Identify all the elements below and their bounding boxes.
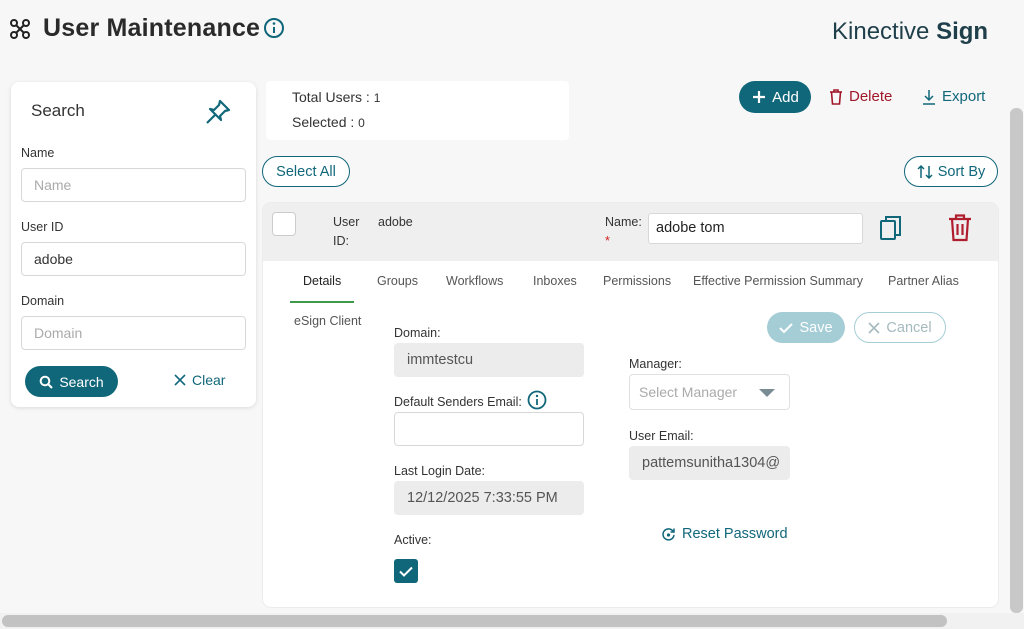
cancel-button[interactable]: Cancel <box>854 312 946 343</box>
userid-label-line1: User <box>333 215 360 229</box>
tab-inboxes[interactable]: Inboxes <box>533 274 577 288</box>
add-button[interactable]: Add <box>739 81 811 113</box>
export-button[interactable]: Export <box>922 88 985 105</box>
user-card-header: User ID: adobe Name: * adobe tom <box>263 203 998 261</box>
domain-field: immtestcu <box>394 343 584 377</box>
user-email-field: pattemsunitha1304@ <box>629 446 790 480</box>
pin-icon[interactable] <box>204 98 232 126</box>
trash-icon <box>830 88 842 105</box>
save-button[interactable]: Save <box>767 312 845 343</box>
userid-search-input[interactable] <box>21 242 246 276</box>
default-senders-email-input[interactable] <box>394 412 584 446</box>
check-icon <box>399 566 413 577</box>
add-button-label: Add <box>772 88 799 106</box>
app-menu-icon[interactable] <box>9 18 31 40</box>
manager-label: Manager: <box>629 357 682 371</box>
info-icon[interactable] <box>263 17 285 39</box>
active-label: Active: <box>394 533 432 547</box>
plus-icon <box>753 91 766 103</box>
name-search-input[interactable] <box>21 168 246 202</box>
userid-label-line2: ID: <box>333 234 349 248</box>
active-tab-indicator <box>290 301 354 303</box>
horizontal-scrollbar[interactable] <box>2 615 947 627</box>
info-icon[interactable] <box>527 390 547 410</box>
reset-password-label: Reset Password <box>682 526 788 542</box>
search-panel-title: Search <box>31 101 85 120</box>
brand-logo: Kinective Sign <box>832 18 988 46</box>
user-summary: Total Users : 1 Selected : 0 <box>266 81 569 140</box>
reset-icon <box>662 527 675 541</box>
tab-details[interactable]: Details <box>303 274 341 288</box>
total-users-label: Total Users : <box>292 89 370 105</box>
userid-field-label: User ID: <box>333 213 359 251</box>
brand-name: Kinective <box>832 18 930 45</box>
sort-by-button[interactable]: Sort By <box>904 156 998 187</box>
close-icon <box>174 374 186 386</box>
tab-groups[interactable]: Groups <box>377 274 418 288</box>
sort-icon <box>917 164 933 179</box>
save-button-label: Save <box>799 319 833 336</box>
name-field-label: Name: * <box>605 213 642 251</box>
domain-label: Domain <box>21 294 65 308</box>
user-name-input[interactable]: adobe tom <box>648 213 863 244</box>
vertical-scrollbar[interactable] <box>1010 108 1023 613</box>
user-email-label: User Email: <box>629 429 694 443</box>
manager-select[interactable]: Select Manager <box>629 374 790 410</box>
tab-effective-permission-summary[interactable]: Effective Permission Summary <box>693 274 863 288</box>
search-icon <box>40 375 54 389</box>
delete-button-label: Delete <box>849 88 893 105</box>
export-button-label: Export <box>942 88 986 105</box>
domain-field-label: Domain: <box>394 326 441 340</box>
user-detail-tabs: Details Groups Workflows Inboxes Permiss… <box>263 261 998 305</box>
required-marker: * <box>605 234 610 248</box>
user-card: User ID: adobe Name: * adobe tom Details G… <box>263 203 998 607</box>
name-label: Name <box>21 146 55 160</box>
search-panel: Search Name User ID Domain Search Clear <box>11 82 256 407</box>
brand-name-bold: Sign <box>936 18 989 45</box>
check-icon <box>779 322 794 333</box>
userid-label: User ID <box>21 220 64 234</box>
domain-search-input[interactable] <box>21 316 246 350</box>
last-login-date-field: 12/12/2025 7:33:55 PM <box>394 481 584 515</box>
active-checkbox[interactable] <box>394 559 418 583</box>
close-icon <box>868 321 880 334</box>
manager-select-placeholder: Select Manager <box>639 384 738 400</box>
download-icon <box>923 89 935 105</box>
selected-users-value: 0 <box>358 116 365 130</box>
delete-button[interactable]: Delete <box>829 88 892 105</box>
total-users-value: 1 <box>373 91 381 105</box>
page-header: User Maintenance Kinective Sign <box>0 0 1024 62</box>
last-login-date-label: Last Login Date: <box>394 464 486 478</box>
tab-esign-client[interactable]: eSign Client <box>294 314 361 328</box>
reset-password-link[interactable]: Reset Password <box>661 526 788 542</box>
chevron-down-icon <box>759 389 775 397</box>
total-users: Total Users : 1 <box>292 89 380 105</box>
search-button[interactable]: Search <box>25 366 118 397</box>
copy-icon[interactable] <box>879 215 903 241</box>
clear-button-label: Clear <box>192 372 226 388</box>
default-senders-email-label: Default Senders Email: <box>394 395 522 409</box>
sort-by-label: Sort By <box>937 163 986 180</box>
userid-value: adobe <box>378 215 413 229</box>
select-all-label: Select All <box>276 163 336 180</box>
tab-permissions[interactable]: Permissions <box>603 274 671 288</box>
search-button-label: Search <box>59 373 104 390</box>
name-label-text: Name: <box>605 215 642 229</box>
selected-users: Selected : 0 <box>292 114 365 130</box>
tab-workflows[interactable]: Workflows <box>446 274 503 288</box>
select-all-button[interactable]: Select All <box>262 156 350 187</box>
clear-button[interactable]: Clear <box>174 372 225 388</box>
row-select-checkbox[interactable] <box>272 212 296 236</box>
selected-users-label: Selected : <box>292 114 355 130</box>
page-title: User Maintenance <box>43 14 261 42</box>
cancel-button-label: Cancel <box>886 319 932 336</box>
tab-partner-alias[interactable]: Partner Alias <box>888 274 959 288</box>
delete-user-icon[interactable] <box>948 214 972 242</box>
